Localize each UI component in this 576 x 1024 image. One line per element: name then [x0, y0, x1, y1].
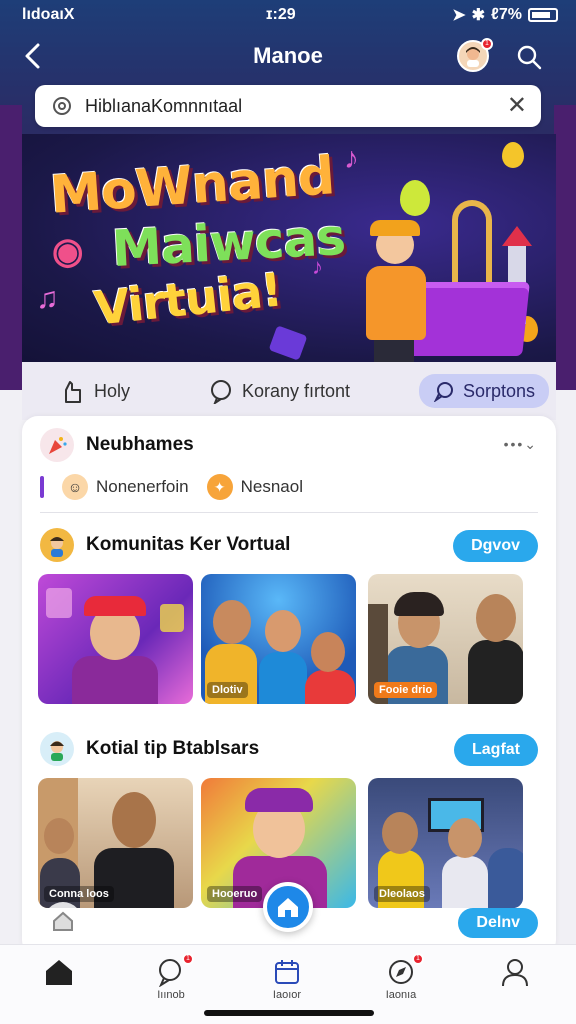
calendar-icon [275, 960, 299, 984]
chat-search-icon [159, 959, 181, 987]
promo-banner[interactable]: ♫ ♪ ♪ ◉ MoWnand Maiwcas Virtuia! [22, 134, 556, 362]
see-more-button[interactable]: Delnv [458, 908, 538, 938]
notification-badge: 1 [481, 38, 493, 50]
carrier-label: lıdoaıX [22, 6, 75, 23]
community-photo-3[interactable]: Fooie drio [368, 574, 523, 704]
location-icon: ➤ [452, 7, 466, 24]
profile-avatar[interactable]: 1 [457, 38, 493, 72]
chip-item[interactable]: ✦ Nesnaol [206, 474, 303, 500]
bird-icon: ✦ [206, 474, 233, 500]
tab-holy[interactable]: Holy [60, 374, 130, 408]
tab-label: Sorptons [463, 380, 536, 401]
community-photo-1[interactable] [38, 574, 193, 704]
hand-icon [65, 381, 81, 403]
banner-character [362, 220, 434, 362]
community-action-button[interactable]: Dgvov [453, 530, 538, 562]
profile-icon [502, 959, 528, 987]
arcade-claw-decoration [452, 200, 492, 294]
community-photo-2[interactable]: Dlotiv [201, 574, 356, 704]
chip-label: Nesnaol [240, 477, 303, 496]
tab-bar: Holy Korany fırtont Sorptons [22, 362, 556, 420]
nav-home[interactable] [24, 955, 94, 989]
nav-calendar[interactable]: Iaoıor [252, 955, 322, 1001]
collapse-toggle[interactable]: •••⌄ [504, 436, 538, 453]
nav-badge: 1 [412, 953, 424, 965]
chat-bubble-icon [211, 380, 231, 404]
clear-search-button[interactable]: ✕ [507, 91, 527, 120]
search-bar: ✕ [35, 85, 541, 127]
photo-caption: Fooie drio [374, 682, 438, 698]
tab-korany[interactable]: Korany fırtont [208, 374, 350, 408]
nav-bar: Manoe 1 [0, 38, 576, 75]
search-input[interactable] [85, 93, 485, 119]
search-icon [51, 95, 75, 124]
photo-caption: Dlotiv [207, 682, 248, 698]
section-header-community: Komunitas Ker Vortual [40, 528, 290, 562]
side-accent-right [554, 105, 576, 390]
home-indicator [204, 1010, 374, 1016]
section-header-tips: Kotial tip Btablsars [40, 732, 259, 766]
community-avatar-icon [40, 528, 74, 562]
music-note-icon: ♫ [36, 282, 59, 315]
search-button[interactable] [516, 44, 542, 75]
nav-label: Iaonıa [385, 989, 417, 1001]
nav-profile[interactable] [480, 955, 550, 989]
home-fab-button[interactable] [263, 882, 313, 932]
music-note-icon: ♪ [344, 142, 359, 175]
balloon-icon [502, 142, 524, 168]
battery-percent: ℓ7% [491, 6, 522, 23]
divider [40, 512, 538, 513]
nav-badge: 1 [182, 953, 194, 965]
accent-bar [40, 476, 44, 498]
tips-photo-3[interactable]: Dleolaos [368, 778, 523, 908]
house-icon [278, 898, 298, 917]
photo-caption: Dleolaos [374, 886, 430, 902]
record-icon: ◉ [52, 230, 84, 271]
status-bar: lıdoaıX ɪ:29 ➤ ✱ ℓ7% [0, 0, 576, 30]
home-shortcut[interactable] [44, 902, 82, 940]
tab-sorptons[interactable]: Sorptons [419, 374, 550, 408]
user-face-icon [466, 47, 480, 67]
nav-label: Iıınob [157, 989, 185, 1001]
tips-avatar-icon [40, 732, 74, 766]
play-tile-icon [268, 325, 308, 361]
party-icon [40, 428, 74, 462]
tab-label: Korany fırtont [242, 380, 351, 401]
section-header-neighborhood: Neubhames [40, 428, 194, 462]
nav-inbox[interactable]: 1 Iıınob [136, 953, 206, 1001]
chip-item[interactable]: ☺ Nonenerfoin [62, 474, 189, 500]
search-icon [517, 45, 542, 70]
section-title: Komunitas Ker Vortual [86, 534, 291, 555]
photo-caption: Conna loos [44, 886, 114, 902]
compass-icon [389, 960, 413, 984]
side-accent-left [0, 105, 22, 390]
bluetooth-icon: ✱ [471, 7, 486, 24]
section-title: Neubhames [86, 434, 194, 455]
nav-label: Iaoıor [272, 989, 302, 1001]
nav-explore[interactable]: 1 Iaonıa [366, 953, 436, 1001]
home-icon [46, 960, 72, 985]
chip-label: Nonenerfoin [96, 477, 189, 496]
clock: ɪ:29 [266, 6, 296, 23]
tips-action-button[interactable]: Lagfat [454, 734, 538, 766]
neighborhood-chips: ☺ Nonenerfoin ✦ Nesnaol [40, 474, 303, 500]
balloon-icon [400, 180, 430, 216]
chat-icon [433, 382, 453, 402]
tips-photo-1[interactable]: Conna loos [38, 778, 193, 908]
content-card: Neubhames •••⌄ ☺ Nonenerfoin ✦ Nesnaol K… [22, 416, 556, 956]
emoji-face-icon: ☺ [62, 474, 88, 500]
tab-label: Holy [94, 380, 131, 401]
house-icon [53, 911, 73, 931]
photo-caption: Hooeruo [207, 886, 263, 902]
section-title: Kotial tip Btablsars [86, 738, 260, 759]
battery-icon [528, 8, 558, 22]
